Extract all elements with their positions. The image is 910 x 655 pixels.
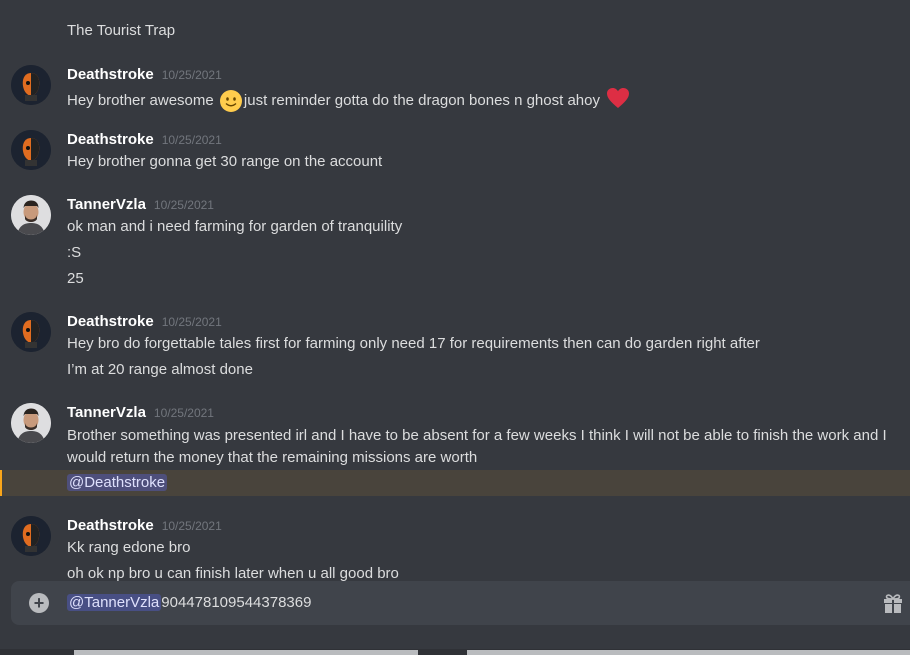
avatar[interactable] (11, 65, 51, 105)
slightly-smiling-face-icon[interactable] (219, 90, 242, 112)
message-author[interactable]: TannerVzla 10/25/2021 (67, 195, 214, 215)
plus-icon: + (33, 593, 45, 613)
message-author[interactable]: Deathstroke 10/25/2021 (67, 65, 222, 85)
avatar[interactable] (11, 516, 51, 556)
message-author[interactable]: Deathstroke 10/25/2021 (67, 516, 222, 536)
message-text: Brother something was presented irl and … (67, 427, 887, 466)
gift-icon (884, 594, 902, 613)
message-text: :S (67, 244, 82, 261)
message-text: I’m at 20 range almost done (67, 361, 253, 378)
message-timestamp: 10/25/2021 (161, 68, 222, 82)
message-author[interactable]: TannerVzla 10/25/2021 (67, 403, 214, 423)
user-mention[interactable]: @TannerVzla (67, 594, 162, 611)
gift-button[interactable] (882, 592, 904, 614)
deathstroke-mask-icon (11, 516, 51, 556)
user-photo-icon (11, 403, 51, 443)
user-mention[interactable]: @Deathstroke (67, 474, 168, 491)
message-text: Hey bro do forgettable tales first for f… (67, 335, 760, 352)
avatar[interactable] (11, 403, 51, 443)
avatar[interactable] (11, 130, 51, 170)
message-timestamp: 10/25/2021 (161, 133, 222, 147)
message-text: Hey brother awesome just reminder gotta … (67, 87, 632, 115)
scrollbar-thumb[interactable] (467, 650, 910, 655)
message-text: Kk rang edone bro (67, 539, 191, 556)
scrollbar-thumb[interactable] (74, 650, 418, 655)
message-timestamp: 10/25/2021 (161, 519, 222, 533)
deathstroke-mask-icon (11, 130, 51, 170)
message-timestamp: 10/25/2021 (153, 198, 214, 212)
add-attachment-button[interactable]: + (29, 593, 49, 613)
deathstroke-mask-icon (11, 65, 51, 105)
deathstroke-mask-icon (11, 312, 51, 352)
user-photo-icon (11, 195, 51, 235)
message-timestamp: 10/25/2021 (161, 315, 222, 329)
avatar[interactable] (11, 195, 51, 235)
message-text: Hey brother gonna get 30 range on the ac… (67, 153, 383, 170)
avatar[interactable] (11, 312, 51, 352)
channel-title: The Tourist Trap (67, 22, 176, 39)
message-text: @Deathstroke (67, 473, 168, 493)
message-author[interactable]: Deathstroke 10/25/2021 (67, 130, 222, 150)
red-heart-icon[interactable] (606, 87, 630, 115)
mention-highlight-bar (0, 470, 2, 496)
message-text: ok man and i need farming for garden of … (67, 218, 403, 235)
message-text: 25 (67, 270, 84, 287)
message-author[interactable]: Deathstroke 10/25/2021 (67, 312, 222, 332)
message-timestamp: 10/25/2021 (153, 406, 214, 420)
message-input-text[interactable]: @TannerVzla 904478109544378369 (67, 593, 311, 613)
